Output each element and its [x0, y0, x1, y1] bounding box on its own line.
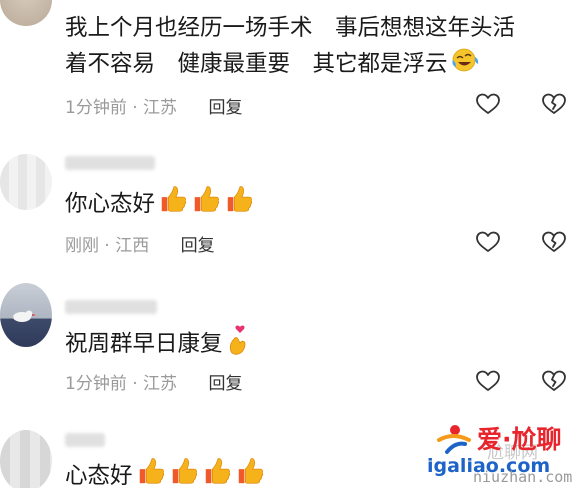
dislike-icon[interactable]	[541, 369, 567, 393]
comment-text: 你心态好	[65, 184, 254, 225]
avatar[interactable]	[0, 430, 52, 488]
meta-separator: ·	[132, 98, 138, 118]
comment-item: 你心态好 刚刚 · 江西 回复	[0, 150, 587, 275]
comment-text: 祝周群早日康复	[65, 323, 252, 366]
reply-button[interactable]: 回复	[181, 236, 215, 256]
dislike-icon[interactable]	[541, 92, 567, 116]
thumbs-up-emoji	[191, 184, 221, 225]
comment-item: 我上个月也经历一场手术 事后想想这年头活 着不容易 健康最重要 其它都是浮云 1…	[0, 0, 587, 140]
like-icon[interactable]	[475, 369, 501, 393]
username[interactable]	[65, 156, 155, 170]
thumbs-up-emoji	[136, 456, 166, 488]
thumbs-up-emoji	[235, 456, 265, 488]
username[interactable]	[65, 300, 157, 314]
comment-text-line: 祝周群早日康复	[65, 331, 223, 357]
comment-time: 1分钟前	[65, 374, 127, 394]
like-icon[interactable]	[475, 92, 501, 116]
comment-location: 江西	[115, 236, 150, 256]
laughing-tears-emoji	[451, 45, 479, 84]
meta-separator: ·	[132, 374, 138, 394]
comment-text: 着不容易 健康最重要 其它都是浮云	[65, 45, 479, 84]
thumbs-up-emoji	[202, 456, 232, 488]
comment-text: 心态好	[65, 456, 265, 488]
comment-meta: 1分钟前 · 江苏 回复	[65, 93, 242, 118]
bird-icon	[8, 310, 36, 322]
comment-time: 刚刚	[65, 236, 99, 256]
comment-location: 江苏	[143, 98, 178, 118]
reply-button[interactable]: 回复	[208, 98, 242, 118]
comment-text-line: 心态好	[65, 463, 133, 488]
comment-text-line: 着不容易 健康最重要 其它都是浮云	[65, 51, 448, 77]
reply-button[interactable]: 回复	[208, 374, 242, 394]
comment-text-line: 你心态好	[65, 191, 156, 217]
watermark: 尬聊网 爱·尬聊 igaliao.com niuzhan.com	[425, 420, 587, 488]
like-icon[interactable]	[475, 230, 501, 254]
thumbs-up-emoji	[224, 184, 254, 225]
thumbs-up-emoji	[158, 184, 188, 225]
comment-meta: 1分钟前 · 江苏 回复	[65, 369, 242, 394]
comment-time: 1分钟前	[65, 98, 127, 118]
comment-text-line: 我上个月也经历一场手术 事后想想这年头活	[65, 15, 516, 41]
watermark-brand: 爱·尬聊	[477, 425, 562, 454]
comment-text: 我上个月也经历一场手术 事后想想这年头活	[65, 10, 515, 46]
username[interactable]	[65, 433, 105, 447]
avatar[interactable]	[0, 0, 52, 26]
comment-item: 祝周群早日康复 1分钟前 · 江苏 回复	[0, 283, 587, 408]
dislike-icon[interactable]	[541, 230, 567, 254]
avatar[interactable]	[0, 154, 52, 210]
comment-location: 江苏	[143, 374, 178, 394]
avatar[interactable]	[0, 283, 52, 347]
meta-separator: ·	[104, 236, 110, 256]
comment-meta: 刚刚 · 江西 回复	[65, 231, 215, 256]
thumbs-up-emoji	[169, 456, 199, 488]
watermark-domain: niuzhan.com	[473, 468, 573, 486]
finger-heart-emoji	[226, 323, 252, 366]
